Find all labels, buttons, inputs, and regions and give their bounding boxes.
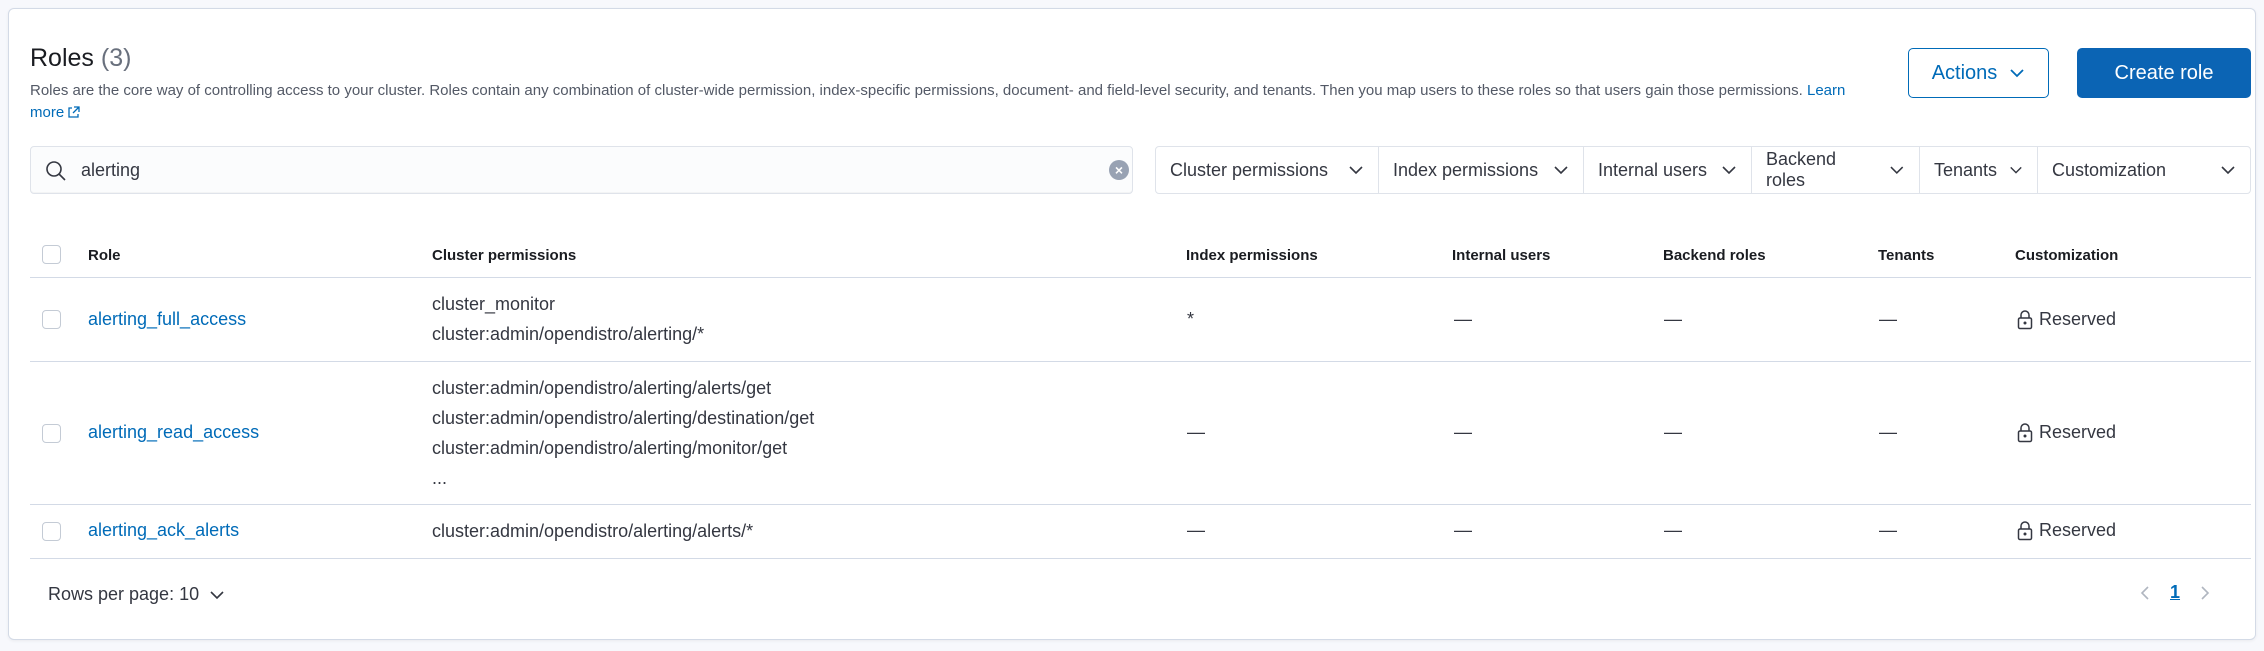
- search-input[interactable]: [81, 155, 1081, 185]
- chevron-down-icon: [1554, 166, 1568, 175]
- backend-roles-cell: —: [1664, 422, 1682, 442]
- tenants-cell: —: [1879, 422, 1897, 442]
- column-customization[interactable]: Customization: [2015, 247, 2118, 264]
- table-row: alerting_ack_alerts cluster:admin/opendi…: [30, 505, 2251, 559]
- filter-label: Tenants: [1934, 159, 1998, 180]
- chevron-down-icon: [2010, 166, 2022, 174]
- cluster-permissions-cell: cluster:admin/opendistro/alerting/alerts…: [432, 373, 814, 493]
- role-link[interactable]: alerting_ack_alerts: [88, 520, 239, 541]
- permission-item: cluster:admin/opendistro/alerting/monito…: [432, 438, 788, 458]
- page-description: Roles are the core way of controlling ac…: [30, 80, 1860, 124]
- table-row: alerting_read_access cluster:admin/opend…: [30, 362, 2251, 505]
- reserved-label: Reserved: [2039, 520, 2117, 540]
- role-link[interactable]: alerting_full_access: [88, 309, 246, 330]
- reserved-label: Reserved: [2039, 422, 2117, 442]
- filter-label: Index permissions: [1393, 159, 1539, 180]
- backend-roles-cell: —: [1664, 309, 1682, 329]
- table-row: alerting_full_access cluster_monitor clu…: [30, 278, 2251, 362]
- chevron-down-icon: [2221, 166, 2235, 175]
- permission-item: cluster:admin/opendistro/alerting/alerts…: [432, 378, 772, 398]
- row-checkbox[interactable]: [42, 310, 61, 329]
- filter-cluster-permissions[interactable]: Cluster permissions: [1156, 147, 1379, 193]
- table-header: Role Cluster permissions Index permissio…: [30, 232, 2251, 278]
- chevron-left-icon[interactable]: [2140, 585, 2150, 601]
- column-backend-roles[interactable]: Backend roles: [1663, 247, 1766, 264]
- title-text: Roles: [30, 44, 94, 72]
- customization-cell: Reserved: [2017, 520, 2116, 541]
- filter-backend-roles[interactable]: Backend roles: [1752, 147, 1920, 193]
- filter-bar: Cluster permissions Index permissions In…: [1155, 146, 2251, 194]
- title-count: (3): [100, 44, 132, 72]
- search-bar: ×: [30, 146, 1133, 194]
- column-cluster-permissions[interactable]: Cluster permissions: [432, 247, 576, 264]
- filter-label: Internal users: [1598, 159, 1708, 180]
- create-role-label: Create role: [2114, 61, 2214, 84]
- permission-item: cluster:admin/opendistro/alerting/alerts…: [432, 521, 754, 541]
- column-internal-users[interactable]: Internal users: [1452, 247, 1550, 264]
- column-role[interactable]: Role: [88, 247, 121, 264]
- permission-item: cluster_monitor: [432, 294, 556, 314]
- lock-icon: [2017, 309, 2033, 329]
- clear-icon[interactable]: ×: [1109, 160, 1129, 180]
- internal-users-cell: —: [1454, 309, 1472, 329]
- filter-label: Backend roles: [1766, 149, 1837, 190]
- page-title: Roles (3): [30, 44, 131, 73]
- actions-button[interactable]: Actions: [1908, 48, 2049, 98]
- chevron-down-icon: [2010, 69, 2024, 78]
- page-number[interactable]: 1: [2170, 582, 2180, 603]
- external-link-icon: [68, 106, 80, 118]
- customization-cell: Reserved: [2017, 309, 2116, 330]
- filter-tenants[interactable]: Tenants: [1920, 147, 2038, 193]
- index-permissions-cell: —: [1187, 422, 1205, 442]
- actions-label: Actions: [1931, 61, 1998, 84]
- internal-users-cell: —: [1454, 422, 1472, 442]
- row-checkbox[interactable]: [42, 522, 61, 541]
- internal-users-cell: —: [1454, 520, 1472, 540]
- select-all-checkbox[interactable]: [42, 245, 61, 264]
- lock-icon: [2017, 520, 2033, 540]
- index-permissions-cell: —: [1187, 520, 1205, 540]
- cluster-permissions-cell: cluster:admin/opendistro/alerting/alerts…: [432, 516, 753, 546]
- index-permissions-cell: *: [1187, 309, 1195, 329]
- customization-cell: Reserved: [2017, 422, 2116, 443]
- chevron-down-icon: [1890, 166, 1904, 175]
- pagination: 1: [2140, 582, 2210, 603]
- row-checkbox[interactable]: [42, 424, 61, 443]
- column-index-permissions[interactable]: Index permissions: [1186, 247, 1318, 264]
- cluster-permissions-cell: cluster_monitor cluster:admin/opendistro…: [432, 289, 704, 349]
- chevron-right-icon[interactable]: [2200, 585, 2210, 601]
- chevron-down-icon: [1722, 166, 1736, 175]
- filter-label: Cluster permissions: [1170, 159, 1329, 180]
- tenants-cell: —: [1879, 520, 1897, 540]
- permission-item: cluster:admin/opendistro/alerting/destin…: [432, 408, 815, 428]
- reserved-label: Reserved: [2039, 309, 2117, 329]
- filter-internal-users[interactable]: Internal users: [1584, 147, 1752, 193]
- description-text: Roles are the core way of controlling ac…: [30, 82, 1803, 99]
- chevron-down-icon: [1349, 166, 1363, 175]
- role-link[interactable]: alerting_read_access: [88, 422, 259, 443]
- create-role-button[interactable]: Create role: [2077, 48, 2251, 98]
- chevron-down-icon: [210, 590, 224, 599]
- tenants-cell: —: [1879, 309, 1897, 329]
- backend-roles-cell: —: [1664, 520, 1682, 540]
- filter-index-permissions[interactable]: Index permissions: [1379, 147, 1584, 193]
- permission-more: ...: [432, 468, 448, 488]
- filter-customization[interactable]: Customization: [2038, 147, 2250, 193]
- search-icon: [46, 161, 66, 181]
- rows-per-page-label: Rows per page: 10: [48, 584, 200, 604]
- rows-per-page-selector[interactable]: Rows per page: 10: [48, 584, 225, 605]
- lock-icon: [2017, 422, 2033, 442]
- filter-label: Customization: [2052, 159, 2167, 180]
- column-tenants[interactable]: Tenants: [1878, 247, 1934, 264]
- permission-item: cluster:admin/opendistro/alerting/*: [432, 324, 705, 344]
